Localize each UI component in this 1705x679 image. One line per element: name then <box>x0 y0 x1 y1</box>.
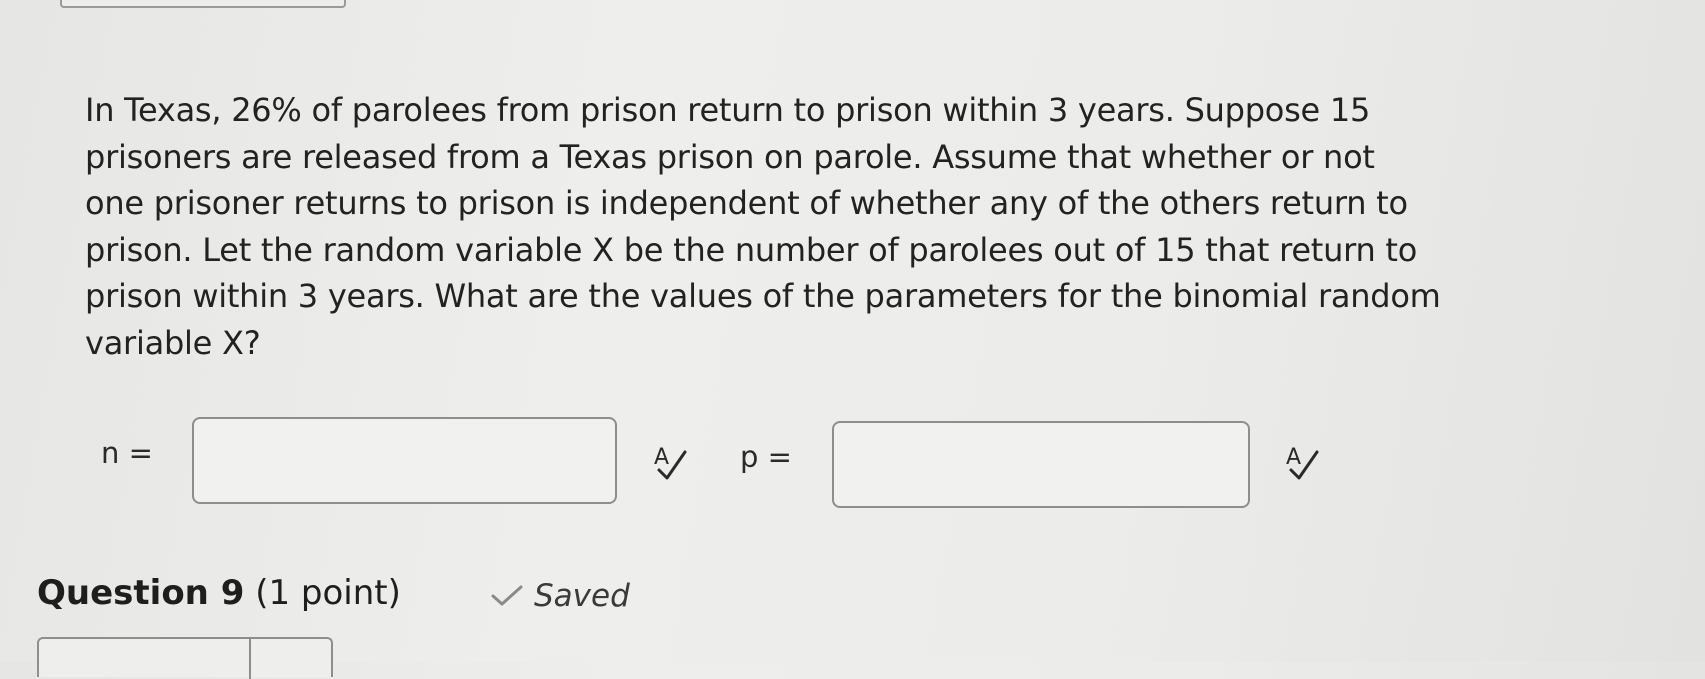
question-line: variable X? <box>85 323 261 362</box>
question-line: In Texas, 26% of parolees from prison re… <box>85 91 1371 129</box>
question-number: Question 9 <box>37 573 245 613</box>
svg-text:A: A <box>654 445 669 470</box>
answer-toolbar[interactable] <box>37 637 333 679</box>
question-header: Question 9 (1 point) <box>37 573 401 613</box>
n-input[interactable] <box>192 417 617 504</box>
saved-status: Saved <box>490 578 630 614</box>
toolbar-divider <box>249 639 251 679</box>
checkmark-icon <box>491 585 523 606</box>
question-line: prisoners are released from a Texas pris… <box>85 137 1375 176</box>
n-label: n = <box>101 436 153 470</box>
svg-text:A: A <box>1286 445 1301 470</box>
question-prompt: In Texas, 26% of parolees from prison re… <box>85 87 1685 366</box>
p-input[interactable] <box>832 421 1250 508</box>
saved-label: Saved <box>534 578 630 614</box>
p-label: p = <box>740 440 792 474</box>
spell-check-icon[interactable]: A <box>651 444 693 484</box>
question-line: prison within 3 years. What are the valu… <box>85 277 1441 315</box>
question-line: one prisoner returns to prison is indepe… <box>85 184 1408 222</box>
question-line: prison. Let the random variable X be the… <box>85 230 1418 269</box>
previous-panel-edge <box>60 0 346 8</box>
question-points: (1 point) <box>255 573 401 613</box>
spell-check-icon[interactable]: A <box>1283 444 1325 484</box>
